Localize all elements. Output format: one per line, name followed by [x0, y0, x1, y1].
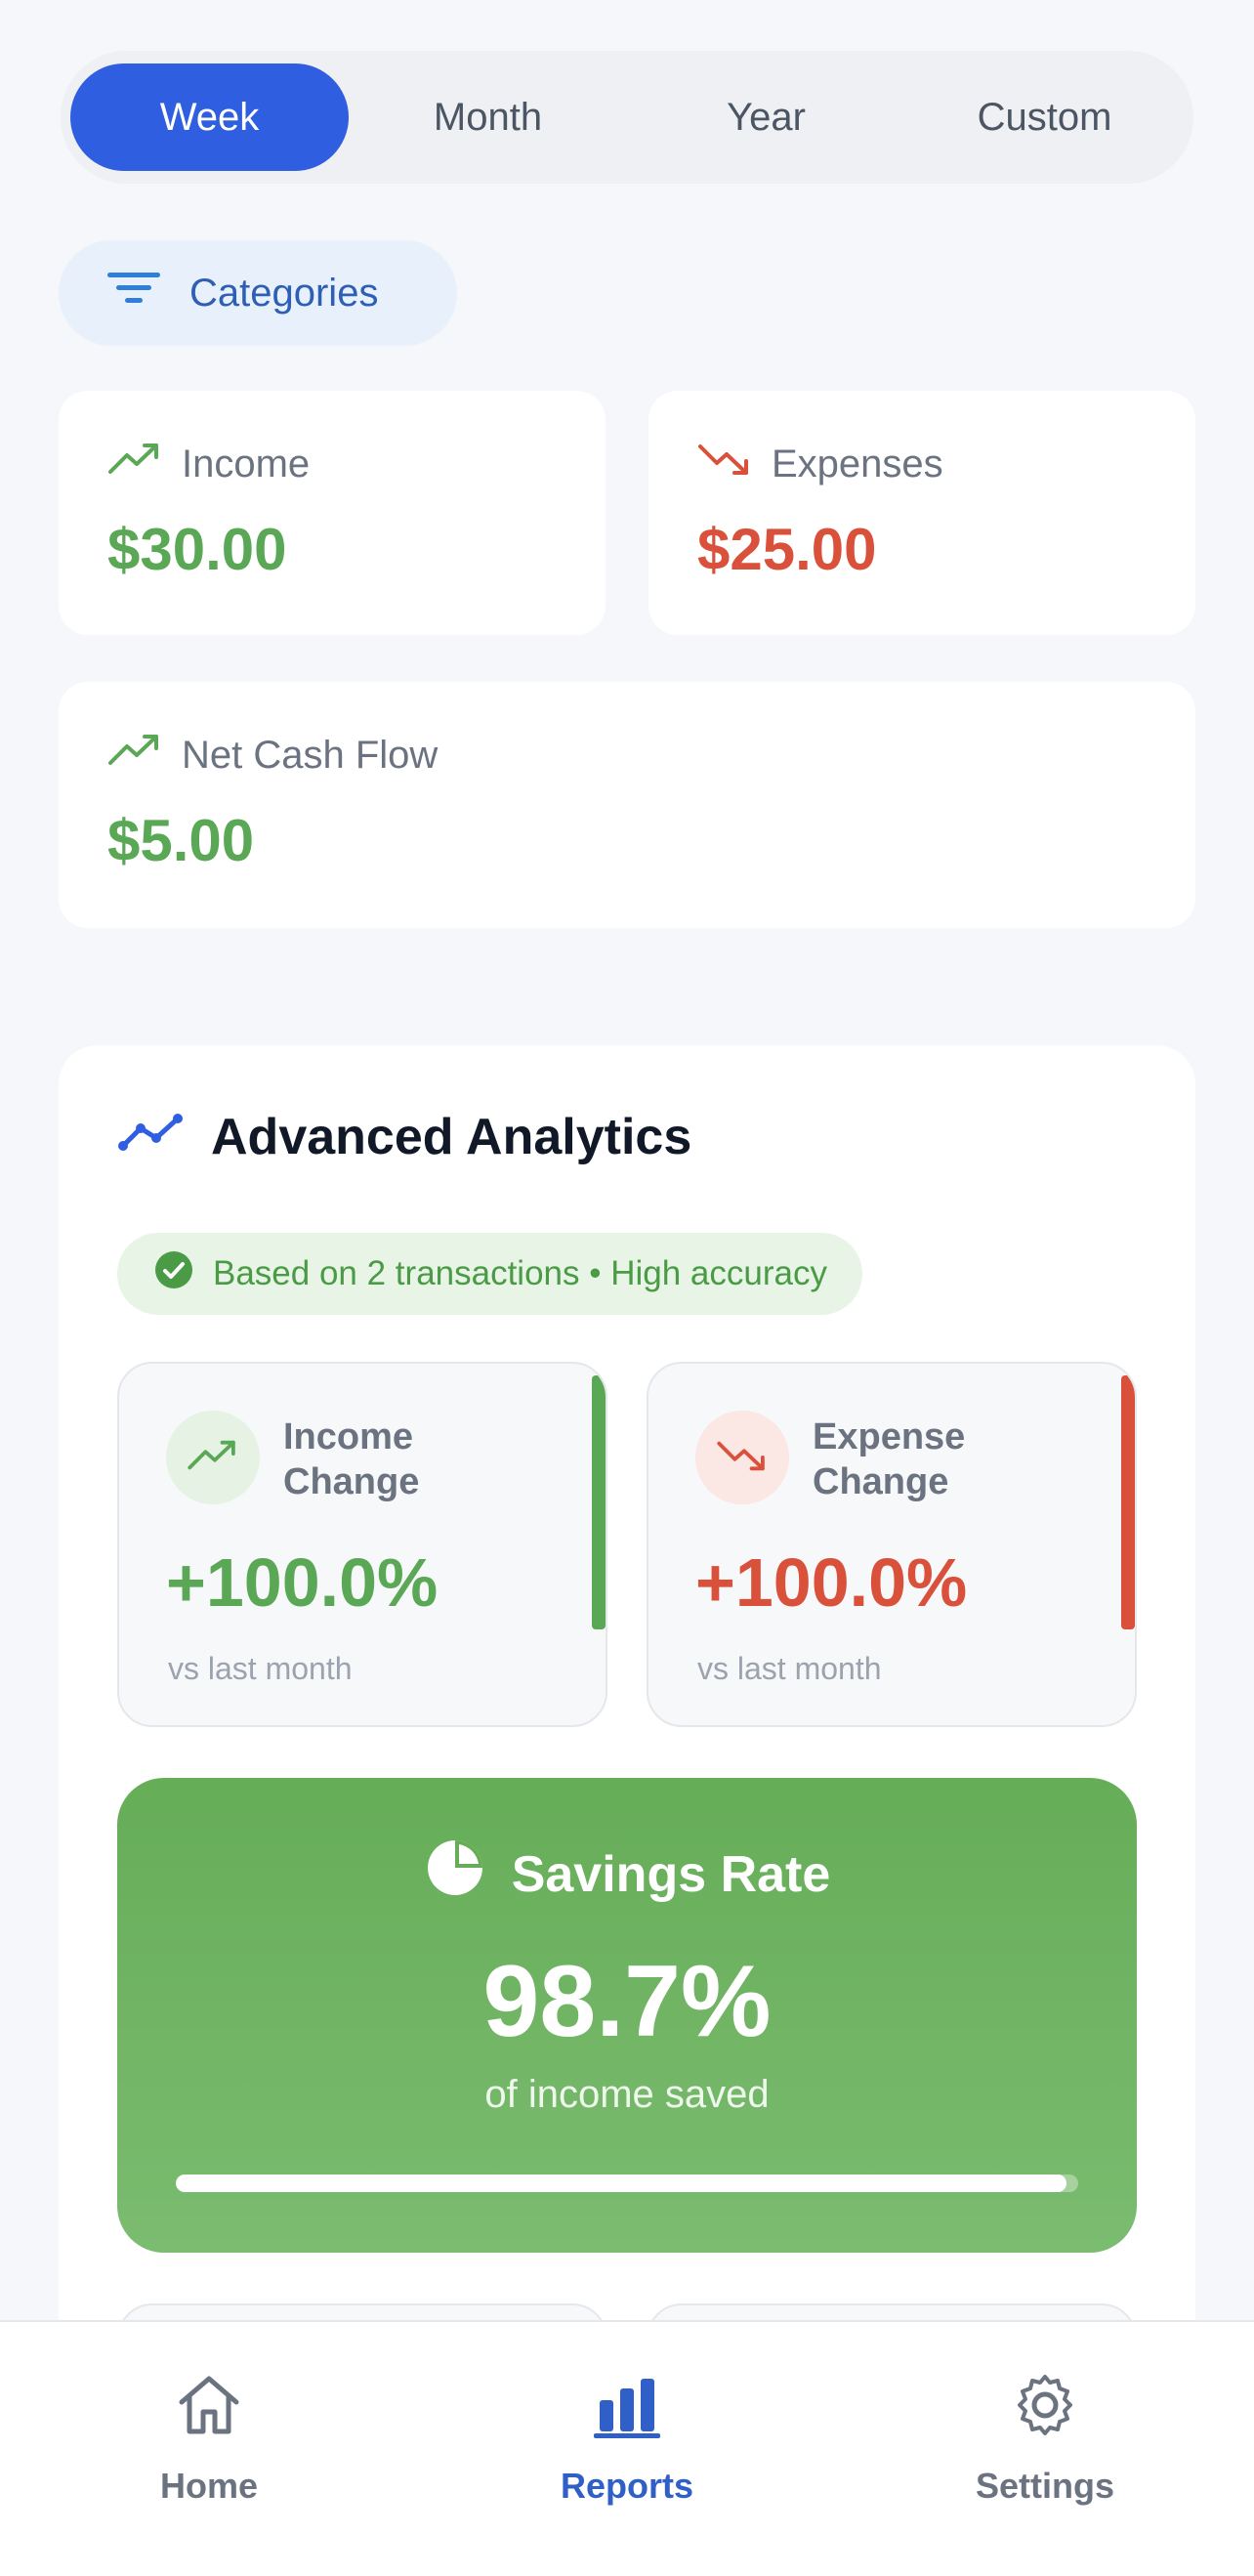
period-selector: Week Month Year Custom [61, 51, 1193, 184]
savings-progress-fill [176, 2175, 1066, 2192]
expense-change-label: Expense Change [813, 1416, 966, 1502]
income-card[interactable]: Income $30.00 [59, 391, 606, 635]
categories-filter-button[interactable]: Categories [59, 240, 457, 346]
accuracy-badge: Based on 2 transactions • High accuracy [117, 1233, 862, 1315]
tab-week[interactable]: Week [70, 63, 349, 171]
net-cash-flow-label: Net Cash Flow [182, 733, 439, 777]
savings-rate-subtitle: of income saved [484, 2073, 770, 2116]
bar-chart-icon [592, 2371, 662, 2448]
filter-icon [105, 269, 162, 317]
income-change-accent [592, 1375, 606, 1629]
analytics-title: Advanced Analytics [211, 1109, 692, 1165]
advanced-analytics-panel: Advanced Analytics Based on 2 transactio… [59, 1045, 1195, 2421]
categories-label: Categories [189, 271, 379, 315]
analytics-header: Advanced Analytics [117, 1108, 691, 1166]
net-cash-flow-value: $5.00 [107, 808, 255, 873]
nav-settings[interactable]: Settings [836, 2322, 1254, 2576]
expense-change-subtitle: vs last month [697, 1651, 882, 1686]
expense-change-value: +100.0% [695, 1544, 968, 1621]
accuracy-text: Based on 2 transactions • High accuracy [213, 1254, 827, 1292]
savings-rate-header: Savings Rate [117, 1837, 1137, 1912]
income-label: Income [182, 442, 311, 486]
bottom-nav: Home Reports Settings [0, 2320, 1254, 2576]
savings-rate-title: Savings Rate [511, 1845, 831, 1903]
tab-year[interactable]: Year [627, 63, 905, 171]
home-icon [174, 2371, 244, 2448]
expense-change-card[interactable]: Expense Change +100.0% vs last month [647, 1362, 1137, 1727]
expenses-value: $25.00 [697, 517, 877, 582]
income-change-value: +100.0% [166, 1544, 439, 1621]
nav-home[interactable]: Home [0, 2322, 418, 2576]
expenses-card[interactable]: Expenses $25.00 [648, 391, 1195, 635]
savings-rate-card[interactable]: Savings Rate 98.7% of income saved [117, 1778, 1137, 2253]
savings-rate-value: 98.7% [482, 1945, 772, 2058]
pie-chart-icon [424, 1837, 486, 1912]
nav-settings-label: Settings [975, 2466, 1114, 2506]
gear-icon [1010, 2371, 1080, 2448]
net-cash-flow-card[interactable]: Net Cash Flow $5.00 [59, 682, 1195, 928]
savings-progress-track [176, 2175, 1078, 2192]
trending-down-icon [697, 440, 752, 488]
income-change-subtitle: vs last month [168, 1651, 353, 1686]
income-change-label: Income Change [283, 1416, 420, 1502]
tab-custom[interactable]: Custom [905, 63, 1184, 171]
trending-up-icon [107, 440, 162, 488]
trending-down-icon [716, 1437, 769, 1479]
income-value: $30.00 [107, 517, 287, 582]
tab-month[interactable]: Month [349, 63, 627, 171]
expenses-label: Expenses [772, 442, 943, 486]
trending-up-icon [107, 731, 162, 780]
line-chart-icon [117, 1108, 186, 1166]
income-change-icon-wrap [166, 1411, 260, 1504]
income-change-card[interactable]: Income Change +100.0% vs last month [117, 1362, 607, 1727]
nav-home-label: Home [159, 2466, 259, 2506]
check-circle-icon [154, 1250, 193, 1298]
expense-change-accent [1121, 1375, 1135, 1629]
trending-up-icon [187, 1437, 239, 1479]
nav-reports[interactable]: Reports [418, 2322, 836, 2576]
expense-change-icon-wrap [695, 1411, 789, 1504]
nav-reports-label: Reports [560, 2466, 694, 2506]
